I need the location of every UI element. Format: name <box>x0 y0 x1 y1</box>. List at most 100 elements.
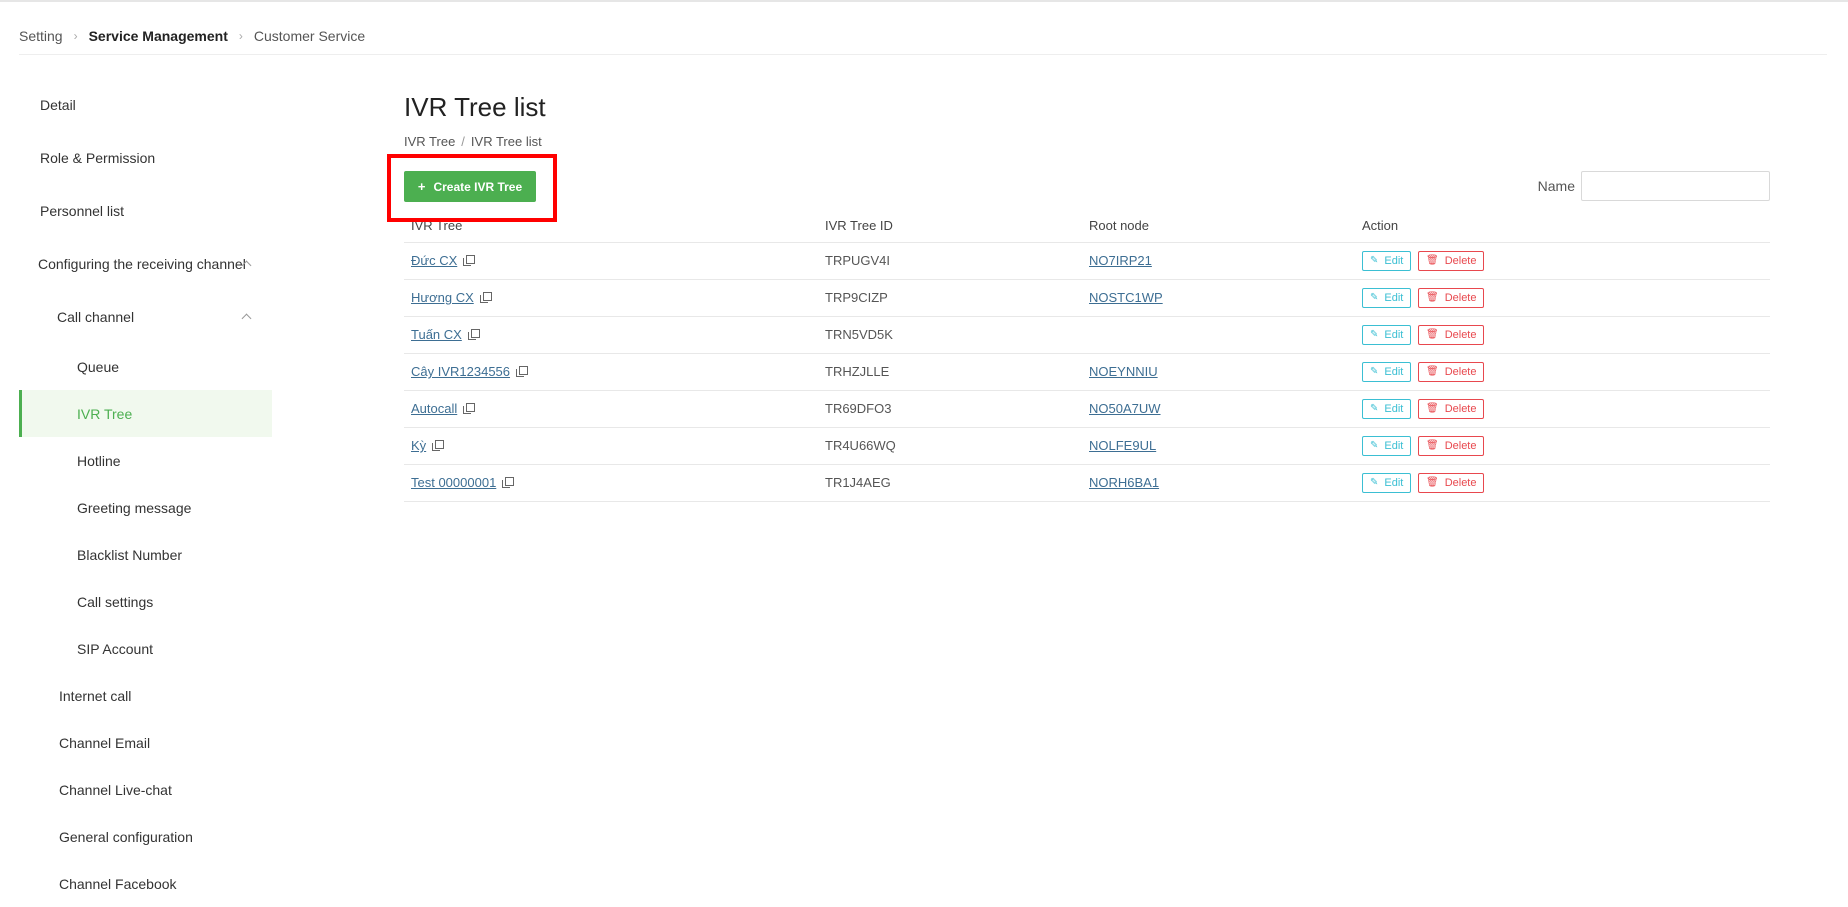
delete-button[interactable]: 🗑 Delete <box>1417 435 1485 456</box>
ivr-tree-name-link[interactable]: Kỳ <box>411 438 426 453</box>
copy-icon[interactable] <box>463 403 476 414</box>
sidebar-item-label: Channel Facebook <box>59 875 177 892</box>
pencil-icon: ✎ <box>1370 440 1379 451</box>
sidebar-item-call-settings[interactable]: Call settings <box>19 578 272 625</box>
trash-icon: 🗑 <box>1425 366 1439 377</box>
delete-button[interactable]: 🗑 Delete <box>1417 361 1485 382</box>
sidebar-item-internet-call[interactable]: Internet call <box>19 672 272 719</box>
name-filter: Name <box>1538 171 1770 201</box>
breadcrumb-setting[interactable]: Setting <box>19 28 63 44</box>
column-header-ivr-tree-id: IVR Tree ID <box>818 209 1082 243</box>
delete-button[interactable]: 🗑 Delete <box>1417 398 1485 419</box>
edit-button[interactable]: ✎ Edit <box>1362 435 1412 456</box>
delete-label: Delete <box>1444 476 1477 489</box>
chevron-up-icon <box>241 313 252 324</box>
sidebar-item-blacklist-number[interactable]: Blacklist Number <box>19 531 272 578</box>
page-breadcrumb-ivr-tree[interactable]: IVR Tree <box>404 134 455 149</box>
pencil-icon: ✎ <box>1370 366 1379 377</box>
table-row: Autocall TR69DFO3 NO50A7UW ✎ Edit 🗑 Delete <box>404 390 1770 428</box>
delete-button[interactable]: 🗑 Delete <box>1417 472 1485 493</box>
sidebar-item-label: Queue <box>77 358 120 375</box>
edit-button[interactable]: ✎ Edit <box>1362 472 1412 493</box>
trash-icon: 🗑 <box>1425 255 1439 266</box>
root-node-link[interactable]: NOSTC1WP <box>1089 290 1163 305</box>
sidebar-item-label: General configuration <box>59 828 193 845</box>
edit-button[interactable]: ✎ Edit <box>1362 361 1412 382</box>
copy-icon[interactable] <box>516 366 529 377</box>
ivr-tree-name-link[interactable]: Hương CX <box>411 290 474 305</box>
ivr-tree-name-link[interactable]: Autocall <box>411 401 457 416</box>
sidebar-item-label: Role & Permission <box>40 149 156 166</box>
edit-button[interactable]: ✎ Edit <box>1362 287 1412 308</box>
create-ivr-tree-label: Create IVR Tree <box>433 179 523 194</box>
ivr-tree-name-link[interactable]: Test 00000001 <box>411 475 496 490</box>
delete-button[interactable]: 🗑 Delete <box>1417 324 1485 345</box>
copy-icon[interactable] <box>463 255 476 266</box>
delete-label: Delete <box>1444 402 1477 415</box>
plus-icon: + <box>417 179 426 194</box>
sidebar-item-personnel-list[interactable]: Personnel list <box>19 184 272 237</box>
pencil-icon: ✎ <box>1370 292 1379 303</box>
sidebar-item-sip-account[interactable]: SIP Account <box>19 625 272 672</box>
chevron-right-icon: › <box>73 29 78 43</box>
root-node-link[interactable]: NORH6BA1 <box>1089 475 1159 490</box>
root-node-link[interactable]: NO50A7UW <box>1089 401 1161 416</box>
sidebar-item-general-configuration[interactable]: General configuration <box>19 813 272 860</box>
ivr-tree-id: TRP9CIZP <box>818 279 1082 317</box>
root-node-link[interactable]: NOLFE9UL <box>1089 438 1156 453</box>
sidebar-item-queue[interactable]: Queue <box>19 343 272 390</box>
name-filter-label: Name <box>1537 178 1575 194</box>
edit-button[interactable]: ✎ Edit <box>1362 324 1412 345</box>
delete-label: Delete <box>1444 439 1477 452</box>
sidebar-item-label: Hotline <box>77 452 121 469</box>
edit-button[interactable]: ✎ Edit <box>1362 250 1412 271</box>
chevron-right-icon: › <box>238 29 243 43</box>
sidebar-item-configuring-receiving-channel[interactable]: Configuring the receiving channel <box>19 237 272 290</box>
sidebar-item-hotline[interactable]: Hotline <box>19 437 272 484</box>
copy-icon[interactable] <box>467 329 480 340</box>
edit-button[interactable]: ✎ Edit <box>1362 398 1412 419</box>
ivr-tree-id: TR1J4AEG <box>818 464 1082 502</box>
create-ivr-tree-button[interactable]: + Create IVR Tree <box>404 171 536 202</box>
delete-button[interactable]: 🗑 Delete <box>1417 250 1485 271</box>
sidebar-item-channel-facebook[interactable]: Channel Facebook <box>19 860 272 907</box>
root-node-link[interactable]: NO7IRP21 <box>1089 253 1152 268</box>
copy-icon[interactable] <box>502 477 515 488</box>
pencil-icon: ✎ <box>1370 403 1379 414</box>
table-row: Cây IVR1234556 TRHZJLLE NOEYNNIU ✎ Edit 🗑… <box>404 353 1770 391</box>
delete-button[interactable]: 🗑 Delete <box>1417 287 1485 308</box>
table-header-row: IVR Tree IVR Tree ID Root node Action <box>404 209 1770 243</box>
edit-label: Edit <box>1384 254 1404 267</box>
page-title: IVR Tree list <box>404 92 546 122</box>
sidebar-item-detail[interactable]: Detail <box>19 78 272 131</box>
ivr-tree-name-link[interactable]: Cây IVR1234556 <box>411 364 510 379</box>
copy-icon[interactable] <box>432 440 445 451</box>
name-filter-input[interactable] <box>1581 171 1770 201</box>
sidebar-item-channel-email[interactable]: Channel Email <box>19 719 272 766</box>
page-breadcrumb: IVR Tree / IVR Tree list <box>404 134 1774 149</box>
table-row: Test 00000001 TR1J4AEG NORH6BA1 ✎ Edit 🗑 D… <box>404 464 1770 502</box>
delete-label: Delete <box>1444 328 1477 341</box>
delete-label: Delete <box>1444 254 1477 267</box>
sidebar-item-call-channel[interactable]: Call channel <box>19 290 272 343</box>
sidebar-item-channel-live-chat[interactable]: Channel Live-chat <box>19 766 272 813</box>
ivr-tree-name-link[interactable]: Đức CX <box>411 253 457 268</box>
ivr-tree-name-link[interactable]: Tuấn CX <box>411 327 462 342</box>
ivr-tree-id: TRPUGV4I <box>818 242 1082 280</box>
sidebar-item-label: IVR Tree <box>77 405 133 422</box>
sidebar-item-greeting-message[interactable]: Greeting message <box>19 484 272 531</box>
edit-label: Edit <box>1384 402 1404 415</box>
trash-icon: 🗑 <box>1425 403 1439 414</box>
root-node-link[interactable]: NOEYNNIU <box>1089 364 1158 379</box>
sidebar-item-ivr-tree[interactable]: IVR Tree <box>19 390 272 437</box>
sidebar: Detail Role & Permission Personnel list … <box>19 78 272 907</box>
edit-label: Edit <box>1384 365 1404 378</box>
top-border <box>0 0 1848 2</box>
ivr-tree-id: TRHZJLLE <box>818 353 1082 391</box>
breadcrumb-service-management[interactable]: Service Management <box>89 28 228 44</box>
sidebar-item-label: Personnel list <box>40 202 125 219</box>
sidebar-item-role-permission[interactable]: Role & Permission <box>19 131 272 184</box>
copy-icon[interactable] <box>479 292 492 303</box>
breadcrumb: Setting › Service Management › Customer … <box>19 28 365 44</box>
ivr-tree-table: IVR Tree IVR Tree ID Root node Action Đứ… <box>404 209 1770 502</box>
